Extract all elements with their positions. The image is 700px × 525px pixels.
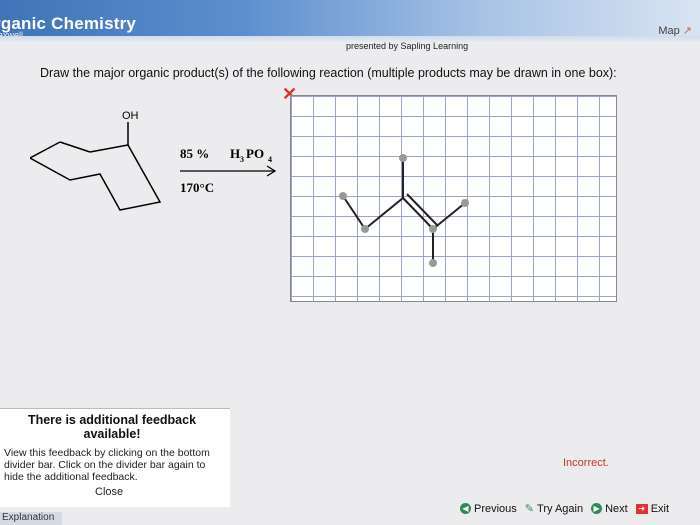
answer-status: Incorrect. xyxy=(563,457,609,469)
exit-label: Exit xyxy=(650,502,670,515)
temperature-label: 170°C xyxy=(180,180,214,195)
header-banner: rganic Chemistry laxwell Map ↗ xyxy=(0,0,700,44)
map-icon: ↗ xyxy=(682,25,692,37)
feedback-close-button[interactable]: Close xyxy=(95,486,123,498)
try-again-label: Try Again xyxy=(537,502,584,515)
atom-node xyxy=(429,225,437,233)
atom-node xyxy=(429,259,437,267)
navigation-bar: ◀ Previous ✎ Try Again ▶ Next ➜ Exit xyxy=(460,502,669,515)
oh-label: OH xyxy=(122,110,139,122)
next-label: Next xyxy=(605,502,628,515)
question-text: Draw the major organic product(s) of the… xyxy=(40,66,617,80)
presented-by: presented by Sapling Learning xyxy=(346,41,469,51)
try-again-icon: ✎ xyxy=(524,503,535,515)
previous-icon: ◀ xyxy=(460,503,471,514)
exit-button[interactable]: ➜ Exit xyxy=(635,502,670,515)
atom-node xyxy=(339,192,347,200)
cyclohexane-chair xyxy=(30,144,162,211)
map-link[interactable]: Map ↗ xyxy=(658,24,692,37)
reagent-h: H xyxy=(230,146,240,161)
reagent-sub4: 4 xyxy=(268,155,272,164)
feedback-body: View this feedback by clicking on the bo… xyxy=(4,447,210,483)
reagent-po: PO xyxy=(246,146,264,161)
previous-button[interactable]: ◀ Previous xyxy=(460,503,517,515)
course-subtitle: laxwell xyxy=(0,30,24,40)
reagent-sub3: 3 xyxy=(240,155,244,164)
reagent-percent: 85 % xyxy=(180,146,209,161)
feedback-title: There is additional feedback available! xyxy=(27,413,197,441)
explanation-divider-bar[interactable]: Explanation xyxy=(0,512,62,525)
feedback-panel: There is additional feedback available! … xyxy=(0,408,230,507)
atom-node xyxy=(361,225,369,233)
exit-icon: ➜ xyxy=(635,503,648,514)
drawing-canvas[interactable] xyxy=(290,95,617,302)
next-button[interactable]: ▶ Next xyxy=(591,503,628,515)
previous-label: Previous xyxy=(474,502,517,515)
next-icon: ▶ xyxy=(591,503,603,514)
atom-node xyxy=(399,154,407,162)
reaction-scheme: OH 85 % H 3 PO 4 170°C xyxy=(30,110,277,211)
map-label: Map xyxy=(658,25,680,37)
try-again-button[interactable]: ✎ Try Again xyxy=(524,502,584,516)
answer-structure xyxy=(339,154,469,267)
atom-node xyxy=(461,199,469,207)
